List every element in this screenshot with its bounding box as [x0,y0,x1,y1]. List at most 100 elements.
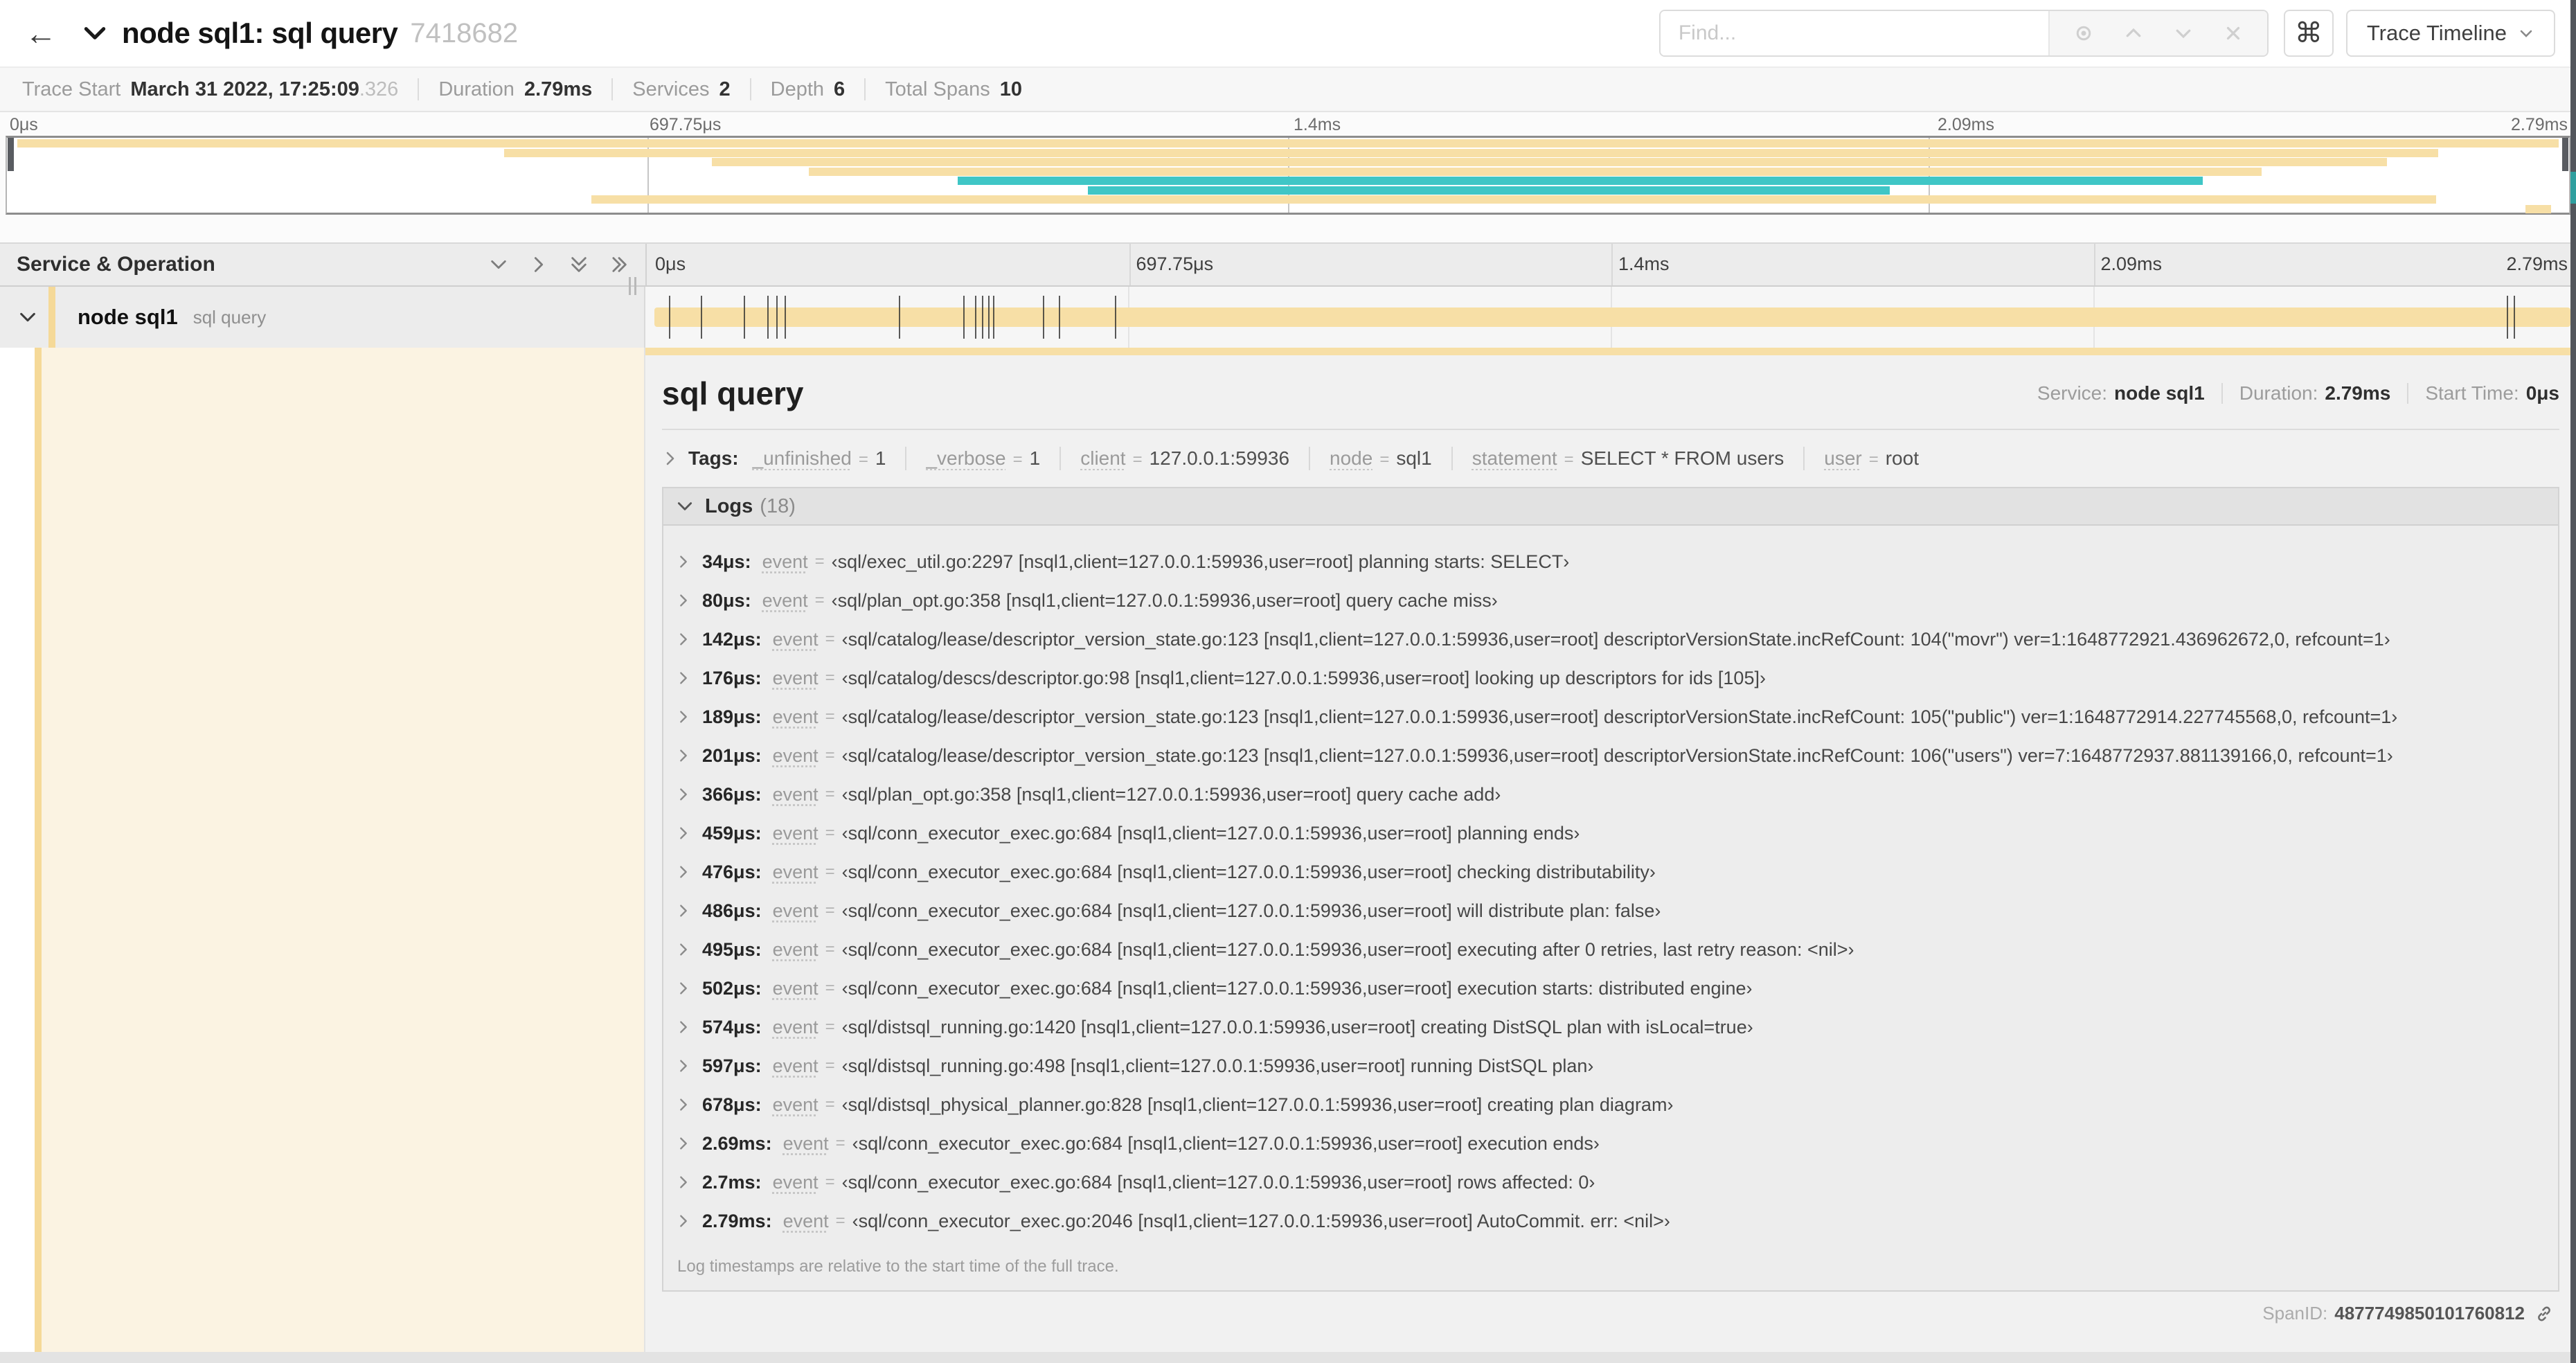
minimap-left-drag-handle[interactable] [8,138,14,171]
find-prev-chevron-up-icon[interactable] [2123,23,2144,44]
minimap-span [1088,186,1890,195]
find-group [1658,10,2269,57]
log-row[interactable]: 80μs: event = ‹sql/plan_opt.go:358 [nsql1,c… [663,581,2558,620]
view-selector-button[interactable]: Trace Timeline [2345,10,2555,57]
log-row[interactable]: 459μs: event = ‹sql/conn_executor_exec.go:6… [663,814,2558,853]
find-next-chevron-down-icon[interactable] [2173,23,2194,44]
log-row[interactable]: 476μs: event = ‹sql/conn_executor_exec.go:6… [663,853,2558,891]
minimap-tick-labels: 0μs 697.75μs 1.4ms 2.09ms 2.79ms [0,115,2576,136]
log-equals: = [825,823,835,842]
log-timestamp: 189μs: [702,706,762,727]
log-row[interactable]: 189μs: event = ‹sql/catalog/lease/descripto… [663,697,2558,736]
minimap-canvas[interactable] [6,136,2570,215]
log-row[interactable]: 142μs: event = ‹sql/catalog/lease/descripto… [663,620,2558,659]
log-marker-tick [963,296,965,339]
log-row[interactable]: 502μs: event = ‹sql/conn_executor_exec.go:6… [663,969,2558,1008]
log-row[interactable]: 176μs: event = ‹sql/catalog/descs/descripto… [663,659,2558,697]
log-row[interactable]: 574μs: event = ‹sql/distsql_running.go:1420… [663,1008,2558,1046]
keyboard-shortcuts-button[interactable]: ⌘ [2283,10,2334,57]
stat-label: Services [632,78,710,100]
log-marker-tick [668,296,670,339]
log-row[interactable]: 2.79ms: event = ‹sql/conn_executor_exec.go:… [663,1202,2558,1240]
tags-accordion[interactable]: Tags: _unfinished = 1 _verbose = 1 client = 127.… [662,447,2559,470]
trace-stat-item: Depth 6 [771,78,846,101]
log-row[interactable]: 34μs: event = ‹sql/exec_util.go:2297 [nsql1… [663,542,2558,581]
log-equals: = [814,591,825,609]
logs-accordion-header[interactable]: Logs (18) [663,488,2558,526]
stat-value: 2.79ms [524,78,593,100]
tag-item: node = sql1 [1330,447,1432,470]
log-equals: = [825,1017,835,1036]
log-row[interactable]: 2.69ms: event = ‹sql/conn_executor_exec.go:… [663,1124,2558,1163]
collapse-all-double-chevron-down-icon[interactable] [569,255,589,274]
stat-divider [864,78,866,100]
span-operation-name: sql query [193,306,267,328]
column-resizer-grip[interactable] [629,277,636,295]
span-duration-bar[interactable] [654,308,2570,327]
minimap-span [591,195,2436,204]
log-field-value: ‹sql/distsql_physical_planner.go:828 [ns… [841,1094,1674,1115]
stat-value: March 31 2022, 17:25:09 [130,78,359,100]
tag-item: user = root [1824,447,1919,470]
log-row[interactable]: 495μs: event = ‹sql/conn_executor_exec.go:6… [663,930,2558,969]
log-field-key: event [772,900,819,921]
timeline-gridline [1129,244,1131,285]
minimap-right-drag-handle[interactable] [2562,138,2568,171]
minimap-span [809,167,2262,176]
log-row[interactable]: 678μs: event = ‹sql/distsql_physical_planne… [663,1085,2558,1124]
find-input[interactable] [1660,11,2048,55]
tag-equals: = [1132,450,1143,469]
log-field-key: event [762,589,808,611]
log-row[interactable]: 366μs: event = ‹sql/plan_opt.go:358 [nsql1,… [663,775,2558,814]
log-equals: = [825,1056,835,1075]
log-field-key: event [772,977,819,999]
log-row[interactable]: 597μs: event = ‹sql/distsql_running.go:498 … [663,1046,2558,1085]
log-row[interactable]: 486μs: event = ‹sql/conn_executor_exec.go:6… [663,891,2558,930]
tag-divider [1309,447,1311,470]
span-service-name[interactable]: node sql1 [78,305,178,330]
expand-all-double-chevron-right-icon[interactable] [609,255,629,274]
timeline-tick-label: 2.09ms [2100,253,2163,274]
trace-stat-item: Duration 2.79ms [438,78,592,101]
log-marker-tick [898,296,900,339]
stat-value: 6 [834,78,846,100]
log-chevron-right-icon [676,1213,697,1229]
tag-value: 1 [875,447,886,469]
log-row[interactable]: 2.7ms: event = ‹sql/conn_executor_exec.go:6… [663,1163,2558,1202]
span-collapse-chevron-down-icon[interactable] [18,308,37,327]
locate-icon[interactable] [2073,23,2094,44]
tag-divider [905,447,907,470]
log-marker-tick [700,296,702,339]
span-detail-body: sql query Service: node sql1 Duration: 2.79… [645,355,2576,1352]
log-chevron-right-icon [676,903,697,918]
back-button[interactable]: ← [21,17,61,50]
service-color-stripe [35,348,42,1352]
tag-equals: = [1379,450,1390,469]
tag-divider [1451,447,1453,470]
minimap-span [17,139,2559,148]
top-nav: ← node sql1: sql query 7418682 Find... ⌘… [0,0,2576,66]
log-field-value: ‹sql/exec_util.go:2297 [nsql1,client=127… [831,551,1570,572]
tag-key: statement [1472,447,1557,469]
logs-count: (18) [760,495,796,517]
log-row[interactable]: 201μs: event = ‹sql/catalog/lease/descripto… [663,736,2558,775]
log-field-key: event [772,1055,819,1076]
log-equals: = [825,940,835,959]
log-equals: = [835,1211,846,1230]
clear-find-x-icon[interactable] [2223,23,2244,44]
deep-link-icon[interactable] [2534,1304,2554,1324]
log-marker-tick [1114,296,1116,339]
span-row-name-cell[interactable]: node sql1 sql query [0,287,645,348]
log-field-value: ‹sql/conn_executor_exec.go:684 [nsql1,cl… [841,822,1580,844]
view-selector-label: Trace Timeline [2366,21,2507,45]
span-id-row: SpanID: 4877749850101760812 [662,1303,2559,1324]
logs-chevron-down-icon [676,497,694,515]
collapse-one-chevron-down-icon[interactable] [489,255,508,274]
minimap-span [2525,204,2552,213]
log-equals: = [825,1095,835,1114]
minimap-tick-label: 1.4ms [1294,115,1341,134]
log-equals: = [814,552,825,571]
trace-title-chevron-down-icon[interactable] [82,20,108,46]
log-field-value: ‹sql/conn_executor_exec.go:684 [nsql1,cl… [841,1171,1595,1193]
expand-one-chevron-right-icon[interactable] [529,255,548,274]
